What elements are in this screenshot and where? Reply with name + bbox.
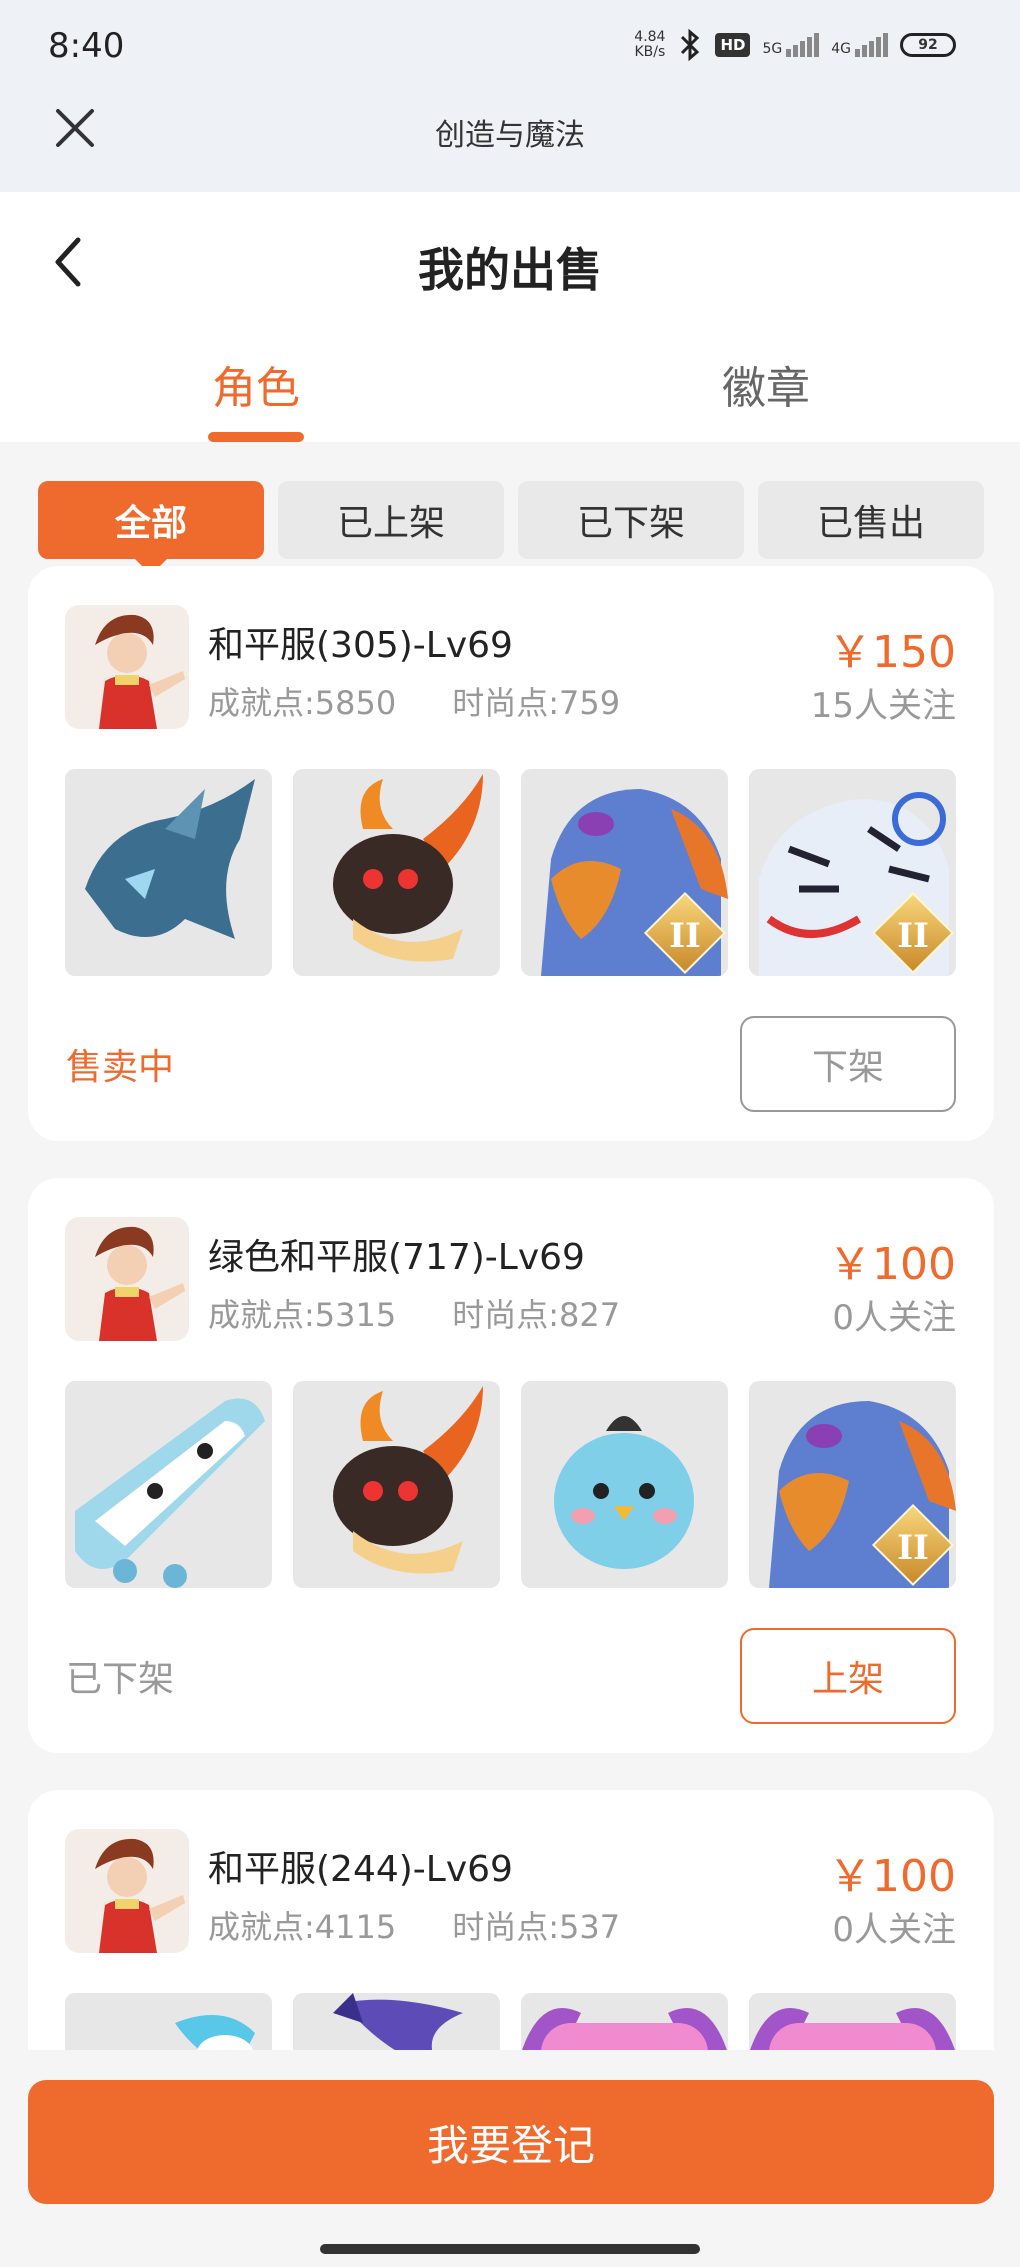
pet-fire-beast[interactable] <box>293 769 500 976</box>
listing-status: 已下架 <box>66 1659 175 1700</box>
net-type-1: 5G <box>762 41 783 57</box>
avatar <box>65 1217 189 1341</box>
blue-chick-image <box>554 1416 694 1569</box>
fashion-points: 时尚点:827 <box>452 1296 621 1334</box>
tab-bar: 角色 徽章 <box>0 352 1020 442</box>
page-title: 我的出售 <box>418 243 602 297</box>
character-stats: 成就点:5315 时尚点:827 <box>208 1290 620 1336</box>
page-header: 我的出售 角色 徽章 <box>0 192 1020 442</box>
net-speed-value: 4.84 <box>634 29 666 45</box>
status-bar: 8:40 4.84 KB/s HD 5G 4G 92 <box>0 0 1020 90</box>
listing-status: 售卖中 <box>66 1047 175 1088</box>
pet-bear-skateboard[interactable] <box>65 1381 272 1588</box>
character-name: 和平服(305)-Lv69 <box>208 625 513 666</box>
listing-card[interactable]: 和平服(305)-Lv69 成就点:5850 时尚点:759 ￥150 15人关注 <box>28 566 994 1141</box>
character-name: 绿色和平服(717)-Lv69 <box>208 1237 585 1278</box>
app-title: 创造与魔法 <box>435 118 585 153</box>
pet-list: II <box>65 1381 957 1588</box>
fashion-points: 时尚点:759 <box>452 684 621 722</box>
register-button[interactable]: 我要登记 <box>28 2080 994 2204</box>
bluetooth-icon <box>681 28 700 62</box>
filter-listed[interactable]: 已上架 <box>278 481 504 559</box>
pet-griffin-blue[interactable]: II <box>521 769 728 976</box>
filter-all[interactable]: 全部 <box>38 481 264 575</box>
pet-fire-beast[interactable] <box>293 1381 500 1588</box>
pet-blue-chick[interactable] <box>521 1381 728 1588</box>
delist-button[interactable]: 下架 <box>740 1016 956 1112</box>
price: ￥150 <box>828 627 956 678</box>
fire-beast-image <box>333 774 483 962</box>
battery-icon: 92 <box>900 33 956 57</box>
character-avatar-image <box>95 1226 185 1341</box>
avatar <box>65 605 189 729</box>
follower-count: 0人关注 <box>832 1298 956 1338</box>
net-speed: 4.84 KB/s <box>634 30 665 60</box>
hd-icon: HD <box>715 33 751 57</box>
signal-5g-icon: 5G <box>762 33 820 57</box>
status-time: 8:40 <box>48 26 125 66</box>
top-zone: 8:40 4.84 KB/s HD 5G 4G 92 创造与魔法 <box>0 0 1020 192</box>
home-indicator[interactable] <box>320 2244 700 2254</box>
net-speed-unit: KB/s <box>634 44 666 60</box>
follower-count: 15人关注 <box>810 686 956 726</box>
tab-role[interactable]: 角色 <box>106 352 406 416</box>
tab-badge[interactable]: 徽章 <box>616 352 916 416</box>
follower-count: 0人关注 <box>832 1910 956 1950</box>
filter-sold[interactable]: 已售出 <box>758 481 984 559</box>
character-avatar-image <box>95 614 185 729</box>
pet-white-tiger[interactable]: II <box>749 769 956 976</box>
tab-indicator <box>208 432 304 442</box>
fashion-points: 时尚点:537 <box>452 1908 621 1946</box>
skateboard-image <box>75 1398 265 1588</box>
price: ￥100 <box>828 1239 956 1290</box>
filter-bar: 全部 已上架 已下架 已售出 <box>38 481 984 575</box>
rank-badge-label: II <box>669 915 701 956</box>
ice-dragon-image <box>85 779 255 939</box>
listing-card[interactable]: 绿色和平服(717)-Lv69 成就点:5315 时尚点:827 ￥100 0人关… <box>28 1178 994 1753</box>
signal-4g-icon: 4G <box>831 33 888 57</box>
character-name: 和平服(244)-Lv69 <box>208 1849 513 1890</box>
achievement-points: 成就点:5850 <box>208 684 397 722</box>
status-icons: 4.84 KB/s HD 5G 4G 92 <box>634 28 956 62</box>
relist-button[interactable]: 上架 <box>740 1628 956 1724</box>
rank-badge-label: II <box>897 1527 929 1568</box>
pet-list: II II <box>65 769 957 976</box>
character-stats: 成就点:4115 时尚点:537 <box>208 1902 620 1948</box>
price: ￥100 <box>828 1851 956 1902</box>
pet-ice-dragon[interactable] <box>65 769 272 976</box>
pet-griffin-blue[interactable]: II <box>749 1381 956 1588</box>
fire-beast-image <box>333 1386 483 1574</box>
achievement-points: 成就点:5315 <box>208 1296 397 1334</box>
achievement-points: 成就点:4115 <box>208 1908 397 1946</box>
net-type-2: 4G <box>831 41 851 57</box>
filter-delisted[interactable]: 已下架 <box>518 481 744 559</box>
rank-badge-label: II <box>897 915 929 956</box>
character-avatar-image <box>95 1838 185 1953</box>
character-stats: 成就点:5850 时尚点:759 <box>208 678 620 724</box>
avatar <box>65 1829 189 1953</box>
